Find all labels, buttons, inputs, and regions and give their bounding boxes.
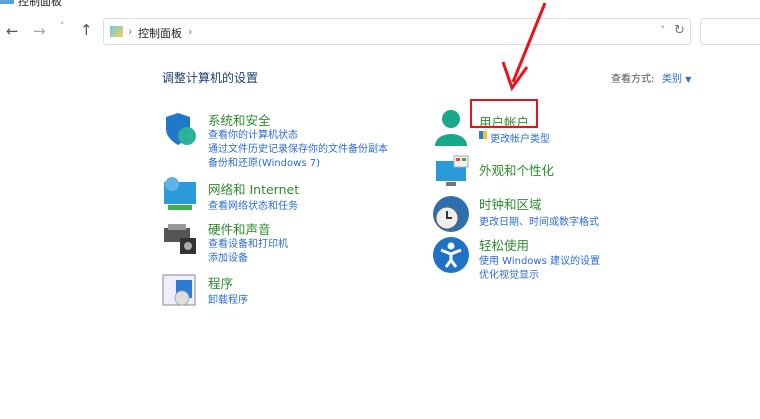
link-file-history[interactable]: 通过文件历史记录保存你的文件备份副本 xyxy=(208,140,388,155)
control-panel-icon xyxy=(110,26,123,37)
refresh-icon[interactable]: ↻ xyxy=(674,23,685,38)
accessibility-icon xyxy=(433,237,469,273)
user-icon xyxy=(435,110,467,146)
address-bar[interactable]: › 控制面板 › ˅ ↻ xyxy=(103,18,691,45)
category-programs[interactable]: 程序 xyxy=(208,273,233,292)
network-icon xyxy=(164,177,196,210)
link-change-account-type[interactable]: 更改帐户类型 xyxy=(490,130,550,145)
link-view-status[interactable]: 查看你的计算机状态 xyxy=(208,126,298,141)
link-backup-restore[interactable]: 备份和还原(Windows 7) xyxy=(208,154,320,169)
clock-globe-icon xyxy=(433,196,469,232)
dropdown-icon[interactable]: ˅ xyxy=(660,24,666,37)
search-input[interactable] xyxy=(700,18,760,45)
link-add-device[interactable]: 添加设备 xyxy=(208,249,248,264)
back-button[interactable]: ← xyxy=(6,22,19,40)
link-recommended-settings[interactable]: 使用 Windows 建议的设置 xyxy=(479,252,600,267)
recent-dropdown[interactable]: ˅ xyxy=(60,22,65,32)
category-network[interactable]: 网络和 Internet xyxy=(208,179,299,198)
link-optimize-display[interactable]: 优化视觉显示 xyxy=(479,266,539,281)
page-title: 调整计算机的设置 xyxy=(162,71,259,85)
category-appearance[interactable]: 外观和个性化 xyxy=(479,160,554,179)
up-button[interactable]: ↑ xyxy=(80,21,93,39)
forward-button[interactable]: → xyxy=(33,22,46,40)
printer-icon xyxy=(164,224,196,254)
caret-down-icon: ▼ xyxy=(685,75,692,84)
programs-icon xyxy=(162,274,196,306)
link-network-status[interactable]: 查看网络状态和任务 xyxy=(208,197,298,212)
window-title: 控制面板 xyxy=(18,0,62,8)
chevron-right-icon: › xyxy=(128,25,133,38)
view-by-select[interactable]: 类别 ▼ xyxy=(662,70,691,85)
highlight-box xyxy=(470,99,538,128)
red-arrow-annotation xyxy=(501,2,547,92)
uac-shield-icon xyxy=(479,131,487,139)
control-panel-icon xyxy=(0,0,14,4)
link-change-date-format[interactable]: 更改日期、时间或数字格式 xyxy=(479,213,599,228)
category-clock-region[interactable]: 时钟和区域 xyxy=(479,194,542,213)
view-by-value: 类别 xyxy=(662,74,682,85)
breadcrumb[interactable]: 控制面板 xyxy=(138,25,182,41)
appearance-icon xyxy=(436,155,469,186)
chevron-right-icon[interactable]: › xyxy=(188,25,192,38)
link-devices-printers[interactable]: 查看设备和打印机 xyxy=(208,235,288,250)
view-by-label: 查看方式: xyxy=(611,74,655,85)
shield-icon xyxy=(166,113,196,145)
link-uninstall[interactable]: 卸载程序 xyxy=(208,291,248,306)
